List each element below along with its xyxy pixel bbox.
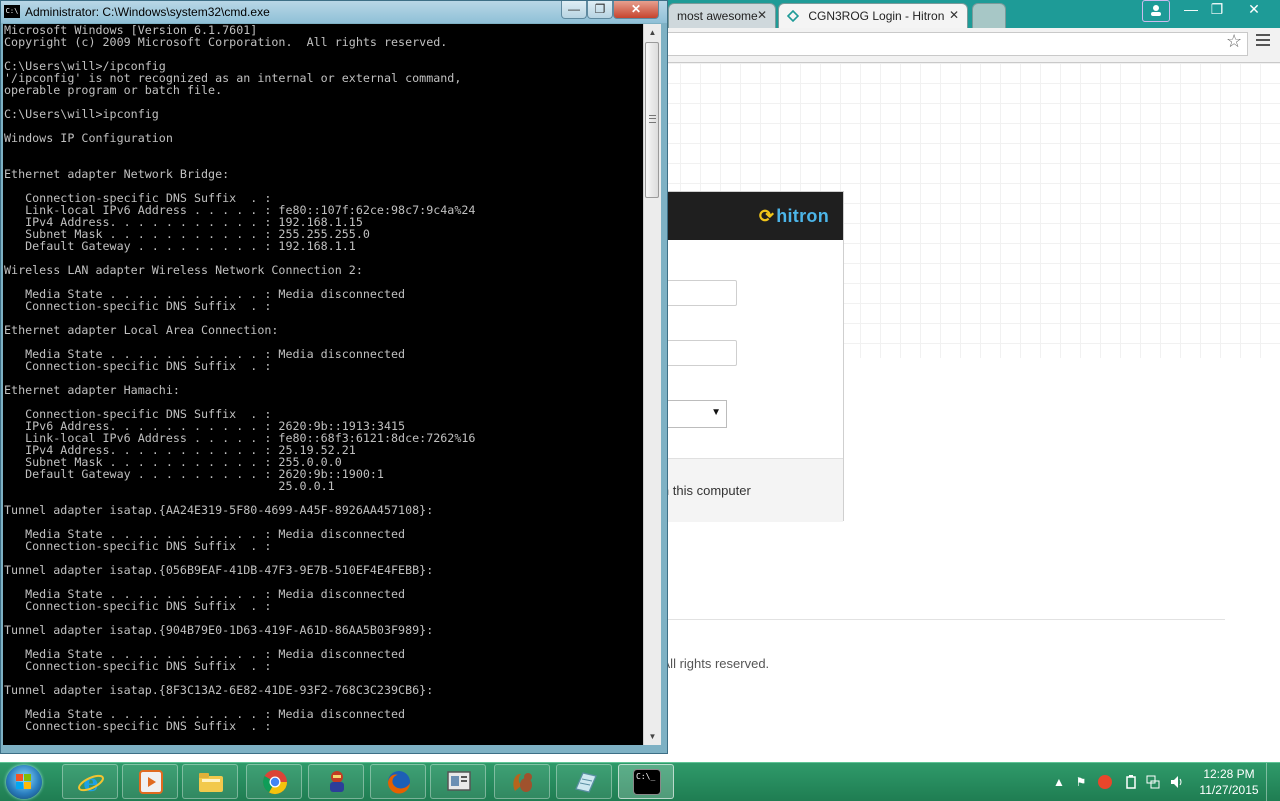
hitron-swoosh-icon: ⟳ [758, 206, 775, 226]
cmd-window-title: Administrator: C:\Windows\system32\cmd.e… [25, 5, 270, 19]
cmd-minimize-button[interactable]: — [561, 1, 587, 19]
console-scrollbar[interactable]: ▲ ▼ [643, 24, 661, 745]
scroll-up-icon[interactable]: ▲ [644, 24, 661, 41]
person-icon [1151, 5, 1161, 16]
chrome-icon [262, 770, 287, 795]
clock-date[interactable]: 11/27/2015 [1194, 783, 1264, 797]
recording-app-icon[interactable] [1098, 775, 1112, 789]
cmd-window: C:\ Administrator: C:\Windows\system32\c… [0, 0, 668, 754]
tab-hitron-login[interactable]: CGN3ROG Login - Hitron ✕ [778, 3, 968, 28]
taskbar-file-explorer[interactable] [182, 764, 238, 799]
action-center-flag-icon[interactable]: ⚑ [1074, 775, 1088, 789]
command-prompt-icon: C:\_ [633, 769, 661, 795]
windows-logo-icon [16, 774, 32, 790]
internet-explorer-icon: e [78, 769, 104, 795]
tab-most-awesome[interactable]: most awesome ✕ [668, 3, 776, 28]
monitor-app-icon [447, 771, 471, 791]
start-button[interactable] [6, 765, 42, 799]
menu-hamburger-icon[interactable] [1256, 34, 1270, 46]
game-character-icon [330, 771, 344, 792]
scroll-thumb[interactable] [645, 42, 659, 198]
copyright-text: . All rights reserved. [655, 656, 770, 671]
firefox-icon [387, 771, 410, 794]
close-tab-icon[interactable]: ✕ [757, 8, 767, 22]
address-bar[interactable] [668, 32, 1248, 56]
cmd-titlebar[interactable]: C:\ Administrator: C:\Windows\system32\c… [1, 1, 667, 23]
svg-text:e: e [83, 769, 98, 795]
user-profile-icon[interactable] [1142, 0, 1170, 22]
file-explorer-icon [199, 773, 223, 792]
tab-label: most awesome [677, 9, 758, 23]
taskbar-notes-app[interactable] [556, 764, 612, 799]
scroll-down-icon[interactable]: ▼ [644, 728, 661, 745]
taskbar-firefox[interactable] [370, 764, 426, 799]
browser-close-button[interactable]: ✕ [1236, 0, 1272, 20]
hitron-favicon-icon [787, 10, 799, 22]
taskbar-monitor-app[interactable] [430, 764, 486, 799]
network-icon[interactable] [1146, 775, 1160, 789]
media-player-icon [139, 770, 163, 794]
command-prompt-icon[interactable]: C:\ [4, 5, 20, 18]
show-hidden-icons-arrow-icon[interactable]: ▲ [1052, 775, 1066, 789]
taskbar-media-player[interactable] [122, 764, 178, 799]
taskbar-command-prompt[interactable]: C:\_ [618, 764, 674, 799]
console-output[interactable]: Microsoft Windows [Version 6.1.7601] Cop… [3, 24, 643, 745]
notes-app-icon [575, 772, 597, 793]
taskbar-squirrel-app[interactable] [494, 764, 550, 799]
taskbar-game-app[interactable] [308, 764, 364, 799]
squirrel-app-icon [513, 773, 532, 792]
cmd-maximize-button[interactable]: ❐ [587, 1, 613, 19]
hitron-logo: ⟳ hitron [759, 206, 829, 227]
console-text: Microsoft Windows [Version 6.1.7601] Cop… [4, 24, 476, 733]
grip-icon [649, 115, 656, 123]
volume-icon[interactable] [1170, 775, 1184, 789]
cmd-icon-label: C:\_ [636, 772, 656, 781]
cmd-close-button[interactable]: ✕ [613, 1, 659, 19]
taskbar-internet-explorer[interactable]: e [62, 764, 118, 799]
bookmark-star-icon[interactable]: ☆ [1226, 31, 1242, 52]
new-tab-button[interactable] [972, 3, 1006, 28]
taskbar-chrome[interactable] [246, 764, 302, 799]
browser-maximize-button[interactable]: ❐ [1204, 0, 1230, 20]
show-desktop-button[interactable] [1266, 763, 1280, 801]
taskbar: e C:\_ ▲ ⚑ 12:28 PM 11/27/2015 [0, 762, 1280, 801]
battery-icon[interactable] [1124, 775, 1138, 789]
dropdown-arrow-icon: ▼ [711, 407, 721, 418]
logo-text: hitron [776, 206, 829, 226]
tab-label: CGN3ROG Login - Hitron [808, 9, 945, 23]
clock-time[interactable]: 12:28 PM [1194, 767, 1264, 781]
close-tab-icon[interactable]: ✕ [949, 8, 959, 22]
browser-minimize-button[interactable]: — [1178, 0, 1204, 20]
footer-divider [600, 619, 1225, 620]
